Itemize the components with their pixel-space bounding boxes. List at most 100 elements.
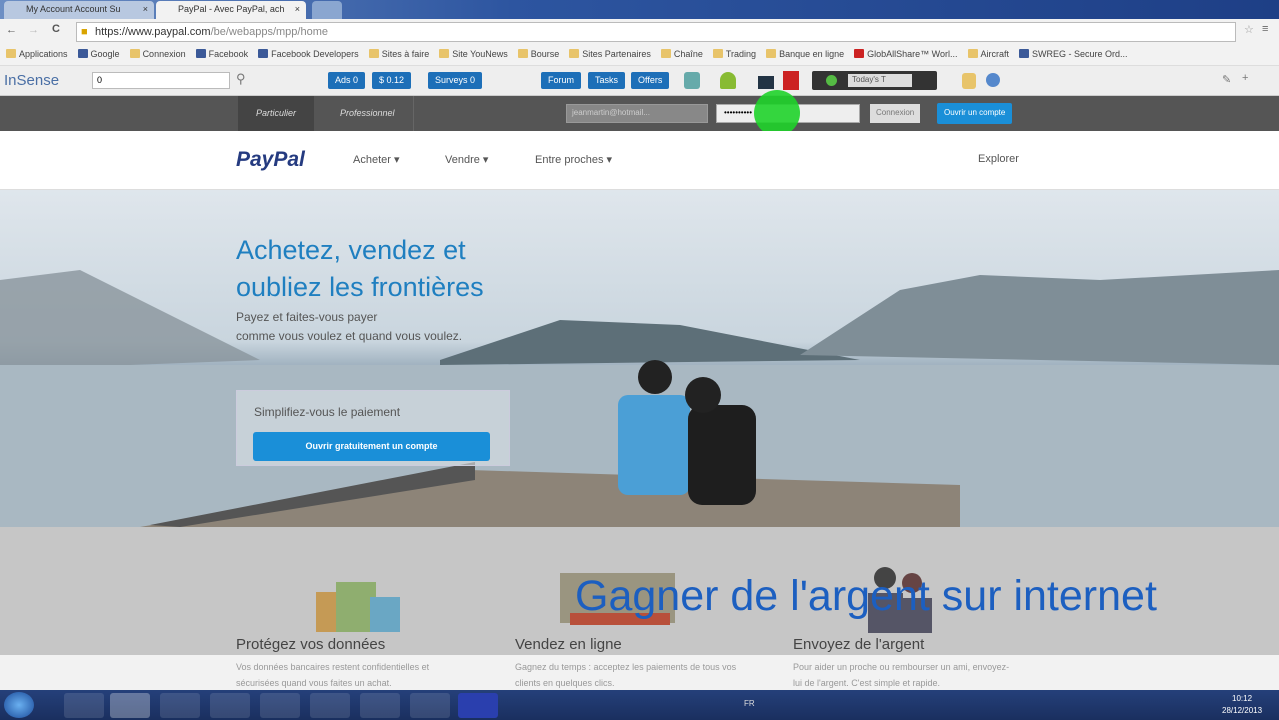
firefox-icon[interactable] bbox=[160, 693, 200, 718]
start-button[interactable] bbox=[4, 692, 34, 718]
new-tab-button[interactable] bbox=[312, 1, 342, 19]
hero-subtitle-line: Payez et faites-vous payer bbox=[236, 310, 378, 324]
extension-icon[interactable] bbox=[962, 73, 976, 89]
hero-title-line: oubliez les frontières bbox=[236, 272, 484, 302]
menu-icon[interactable]: ≡ bbox=[1262, 23, 1268, 35]
bookmark[interactable]: Connexion bbox=[130, 49, 186, 61]
close-icon[interactable]: × bbox=[295, 4, 300, 14]
windows-taskbar: FR 10:12 28/12/2013 bbox=[0, 690, 1279, 720]
reload-icon[interactable]: C bbox=[52, 23, 60, 35]
cursor-highlight bbox=[754, 90, 800, 136]
tab-title: PayPal - Avec PayPal, ach bbox=[178, 4, 285, 14]
nav-vendre[interactable]: Vendre ▾ bbox=[445, 153, 488, 166]
add-icon[interactable]: + bbox=[1242, 72, 1248, 84]
bookmark[interactable]: GlobAllShare™ Worl... bbox=[854, 49, 957, 61]
open-account-button[interactable]: Ouvrir gratuitement un compte bbox=[253, 432, 490, 461]
paypal-header: PayPal Acheter ▾ Vendre ▾ Entre proches … bbox=[0, 131, 1279, 190]
person-figure bbox=[618, 395, 690, 495]
feature-title: Envoyez de l'argent bbox=[793, 636, 925, 653]
shopping-bags-icon bbox=[316, 582, 400, 632]
play-icon[interactable] bbox=[826, 75, 837, 86]
tab-professionnel[interactable]: Professionnel bbox=[322, 96, 414, 131]
app-icon[interactable] bbox=[458, 693, 498, 718]
clock-time: 10:12 bbox=[1232, 694, 1253, 703]
bookmark[interactable]: Facebook Developers bbox=[258, 49, 359, 61]
bookmark[interactable]: Sites Partenaires bbox=[569, 49, 651, 61]
bookmark[interactable]: Facebook bbox=[196, 49, 249, 61]
explorer-icon[interactable] bbox=[210, 693, 250, 718]
login-button[interactable]: Connexion bbox=[870, 104, 921, 123]
bookmark[interactable]: Banque en ligne bbox=[766, 49, 844, 61]
bookmark[interactable]: Google bbox=[78, 49, 120, 61]
offers-button[interactable]: Offers bbox=[631, 72, 670, 89]
bookmark[interactable]: SWREG - Secure Ord... bbox=[1019, 49, 1128, 61]
feature-text: Vos données bancaires restent confidenti… bbox=[236, 662, 430, 688]
nav-entre-proches[interactable]: Entre proches ▾ bbox=[535, 153, 612, 166]
station-dropdown[interactable]: Today's T bbox=[848, 74, 912, 87]
android-icon[interactable] bbox=[720, 72, 736, 89]
nav-label: Vendre bbox=[445, 154, 480, 166]
bookmark[interactable]: Site YouNews bbox=[439, 49, 508, 61]
cta-box: Simplifiez-vous le paiement Ouvrir gratu… bbox=[236, 390, 510, 466]
balance-button[interactable]: $ 0.12 bbox=[372, 72, 412, 89]
person-figure bbox=[688, 405, 756, 505]
signup-button[interactable]: Ouvrir un compte bbox=[937, 103, 1013, 124]
bookmark[interactable]: Chaîne bbox=[661, 49, 703, 61]
toolbar-search-input[interactable]: 0 bbox=[92, 72, 230, 89]
hero-banner: Achetez, vendez et oubliez les frontières… bbox=[0, 190, 1279, 527]
tab-title: My Account Account Su bbox=[26, 4, 121, 14]
forum-button[interactable]: Forum bbox=[541, 72, 582, 89]
back-icon[interactable]: ← bbox=[6, 24, 17, 36]
bookmarks-bar: Applications Google Connexion Facebook F… bbox=[0, 45, 1279, 66]
clock[interactable]: 10:12 28/12/2013 bbox=[1222, 693, 1262, 717]
paypal-logo[interactable]: PayPal bbox=[236, 148, 305, 172]
ads-button[interactable]: Ads 0 bbox=[328, 72, 366, 89]
nav-label: Entre proches bbox=[535, 154, 604, 166]
forward-icon[interactable]: → bbox=[28, 24, 39, 36]
hero-subtitle-line: comme vous voulez et quand vous voulez. bbox=[236, 329, 463, 343]
browser-tab[interactable]: My Account Account Su × bbox=[4, 1, 154, 19]
app-icon[interactable] bbox=[410, 693, 450, 718]
bookmark[interactable]: Trading bbox=[713, 49, 756, 61]
cta-label: Simplifiez-vous le paiement bbox=[254, 405, 401, 419]
lock-icon: ■ bbox=[81, 26, 88, 38]
search-icon[interactable]: ⚲ bbox=[236, 71, 246, 87]
chrome-icon[interactable] bbox=[110, 693, 150, 718]
extension-icon[interactable] bbox=[758, 76, 774, 89]
feature-title: Vendez en ligne bbox=[515, 636, 622, 653]
toolbar-logo: InSense bbox=[4, 72, 60, 89]
features-section: Protégez vos données Vendez en ligne Env… bbox=[0, 527, 1279, 690]
hero-subtitle: Payez et faites-vous payer comme vous vou… bbox=[236, 308, 462, 346]
skype-icon[interactable] bbox=[260, 693, 300, 718]
bookmark[interactable]: Applications bbox=[6, 49, 68, 61]
language-indicator[interactable]: FR bbox=[744, 699, 755, 708]
browser-tab-active[interactable]: PayPal - Avec PayPal, ach × bbox=[156, 1, 306, 19]
ie-icon[interactable] bbox=[64, 693, 104, 718]
bookmark[interactable]: Bourse bbox=[518, 49, 560, 61]
tab-particulier[interactable]: Particulier bbox=[238, 96, 315, 131]
nav-acheter[interactable]: Acheter ▾ bbox=[353, 153, 400, 166]
nav-explorer[interactable]: Explorer bbox=[978, 153, 1019, 165]
star-icon[interactable]: ☆ bbox=[1244, 23, 1254, 36]
tasks-button[interactable]: Tasks bbox=[588, 72, 626, 89]
app-icon[interactable] bbox=[360, 693, 400, 718]
extension-icon[interactable] bbox=[986, 73, 1000, 87]
clock-date: 28/12/2013 bbox=[1222, 706, 1263, 715]
surveys-button[interactable]: Surveys 0 bbox=[428, 72, 483, 89]
feature-text: Pour aider un proche ou rembourser un am… bbox=[793, 662, 1010, 688]
address-bar-row: ← → C ■ https://www.paypal.com/be/webapps… bbox=[0, 19, 1279, 45]
radio-widget[interactable]: Today's T bbox=[812, 71, 937, 90]
feature-title: Protégez vos données bbox=[236, 636, 386, 653]
wrench-icon[interactable]: ✎ bbox=[1222, 73, 1231, 86]
nav-label: Acheter bbox=[353, 154, 391, 166]
close-icon[interactable]: × bbox=[143, 4, 148, 14]
bookmark[interactable]: Aircraft bbox=[968, 49, 1010, 61]
url-input[interactable]: ■ https://www.paypal.com/be/webapps/mpp/h… bbox=[76, 22, 1236, 42]
bookmark[interactable]: Sites à faire bbox=[369, 49, 430, 61]
excel-icon[interactable] bbox=[310, 693, 350, 718]
extension-icon[interactable] bbox=[684, 72, 700, 89]
youtube-icon[interactable] bbox=[783, 71, 799, 90]
insense-toolbar: InSense 0 ⚲ Ads 0 $ 0.12 Surveys 0 Forum… bbox=[0, 66, 1279, 96]
email-field[interactable]: jeanmartin@hotmail... bbox=[566, 104, 708, 123]
hero-title: Achetez, vendez et oubliez les frontières bbox=[236, 232, 484, 306]
